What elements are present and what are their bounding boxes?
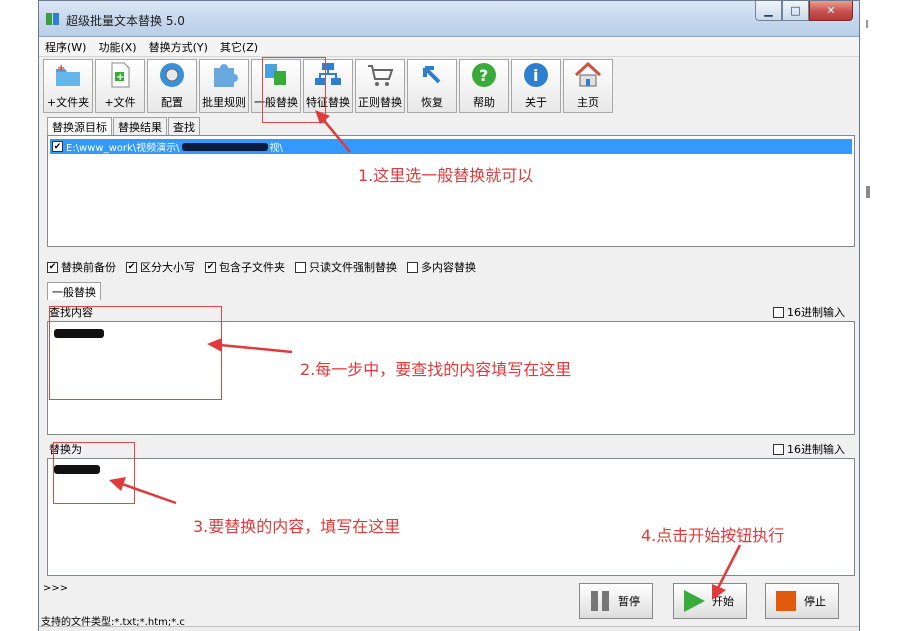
close-icon: ✕: [826, 4, 836, 17]
redacted-path: [181, 142, 268, 151]
about-button[interactable]: i 关于: [511, 59, 561, 113]
option-case-sensitive[interactable]: ✔ 区分大小写: [126, 259, 195, 275]
replace-hex-toggle[interactable]: 16进制输入: [773, 441, 845, 457]
tab-find[interactable]: 查找: [168, 117, 200, 135]
svg-text:+: +: [57, 63, 65, 74]
replace-input[interactable]: [47, 458, 855, 576]
annotation-step-4: 4.点击开始按钮执行: [641, 526, 785, 545]
menu-bar: 程序(W) 功能(X) 替换方式(Y) 其它(Z): [39, 37, 859, 57]
homepage-button[interactable]: 主页: [563, 59, 613, 113]
restore-icon: [423, 66, 441, 84]
tab-replace-result[interactable]: 替换结果: [113, 117, 167, 135]
svg-text:?: ?: [479, 66, 488, 85]
source-path-start: E:\www_work\视频演示\: [66, 143, 180, 154]
title-bar[interactable]: 超级批量文本替换 5.0 ▁ □ ✕: [39, 1, 859, 37]
options-row: ✔ 替换前备份 ✔ 区分大小写 ✔ 包含子文件夹 只读文件强制替换 多内容替换: [47, 259, 486, 275]
regex-replace-button[interactable]: 正则替换: [355, 59, 405, 113]
replace-header: 替换为 16进制输入: [47, 441, 855, 457]
window-title: 超级批量文本替换 5.0: [66, 14, 185, 28]
file-add-icon: +: [111, 62, 130, 88]
log-output: >>>: [43, 583, 69, 594]
stop-icon: [776, 591, 796, 611]
app-icon: [46, 13, 59, 25]
pause-button[interactable]: 暂停: [579, 583, 653, 619]
config-button[interactable]: 配置: [147, 59, 197, 113]
annotation-step-3: 3.要替换的内容，填写在这里: [193, 517, 401, 536]
option-case-checkbox[interactable]: ✔: [126, 261, 137, 273]
menu-other[interactable]: 其它(Z): [220, 39, 258, 55]
source-list[interactable]: ✔ E:\www_work\视频演示\ 视\: [47, 135, 855, 247]
menu-replace-mode[interactable]: 替换方式(Y): [149, 39, 208, 55]
svg-text:+: +: [116, 72, 124, 83]
option-multi-checkbox[interactable]: [407, 261, 418, 273]
option-readonly-checkbox[interactable]: [295, 261, 306, 273]
restore-button[interactable]: 恢复: [407, 59, 457, 113]
close-button[interactable]: ✕: [809, 1, 853, 21]
source-path-end: 视\: [269, 143, 283, 154]
regex-cart-icon: [368, 65, 394, 86]
help-button[interactable]: ? 帮助: [459, 59, 509, 113]
svg-text:i: i: [533, 66, 538, 85]
minimize-button[interactable]: ▁: [755, 1, 782, 21]
minimize-icon: ▁: [764, 4, 773, 17]
start-button[interactable]: 开始: [673, 583, 747, 619]
info-icon: i: [524, 63, 548, 87]
menu-program[interactable]: 程序(W): [45, 39, 86, 55]
find-hex-toggle[interactable]: 16进制输入: [773, 304, 845, 320]
toolbar: + +文件夹 + +文件 配置 批里规则 一般替换 特征替换 正则替换 恢复 ?…: [43, 59, 615, 113]
background-edge: [862, 0, 900, 631]
find-hex-checkbox[interactable]: [773, 306, 784, 318]
pause-icon: [591, 591, 609, 611]
folder-add-icon: +: [56, 63, 80, 86]
batch-rules-button[interactable]: 批里规则: [199, 59, 249, 113]
highlight-box-find: [49, 306, 222, 400]
menu-function[interactable]: 功能(X): [98, 39, 136, 55]
highlight-box-general-replace: [262, 57, 326, 123]
add-folder-button[interactable]: + +文件夹: [43, 59, 93, 113]
option-subfolders[interactable]: ✔ 包含子文件夹: [205, 259, 285, 275]
option-force-readonly[interactable]: 只读文件强制替换: [295, 259, 397, 275]
maximize-icon: □: [790, 4, 801, 17]
replace-hex-checkbox[interactable]: [773, 443, 784, 455]
source-list-item[interactable]: ✔ E:\www_work\视频演示\ 视\: [50, 139, 852, 154]
annotation-step-2: 2.每一步中，要查找的内容填写在这里: [300, 360, 572, 379]
tab-source-target[interactable]: 替换源目标: [47, 117, 112, 135]
tab-general-replace[interactable]: 一般替换: [47, 282, 101, 300]
highlight-box-replace: [53, 442, 135, 504]
puzzle-icon: [214, 64, 238, 87]
window-controls: ▁ □ ✕: [755, 1, 853, 22]
option-multi-content[interactable]: 多内容替换: [407, 259, 476, 275]
play-icon: [684, 590, 705, 612]
source-tabs: 替换源目标 替换结果 查找: [47, 117, 201, 135]
edge-mark: [866, 186, 870, 198]
source-item-checkbox[interactable]: ✔: [52, 141, 63, 152]
option-backup-checkbox[interactable]: ✔: [47, 261, 58, 273]
maximize-button[interactable]: □: [782, 1, 809, 21]
edge-mark-top: [866, 20, 868, 28]
config-icon: [160, 63, 184, 87]
stop-button[interactable]: 停止: [765, 583, 839, 619]
option-backup[interactable]: ✔ 替换前备份: [47, 259, 116, 275]
help-icon: ?: [472, 63, 496, 87]
annotation-step-1: 1.这里选一般替换就可以: [358, 166, 534, 185]
home-icon: [574, 61, 602, 87]
add-file-button[interactable]: + +文件: [95, 59, 145, 113]
status-bar: [39, 626, 859, 631]
option-subfolders-checkbox[interactable]: ✔: [205, 261, 216, 273]
